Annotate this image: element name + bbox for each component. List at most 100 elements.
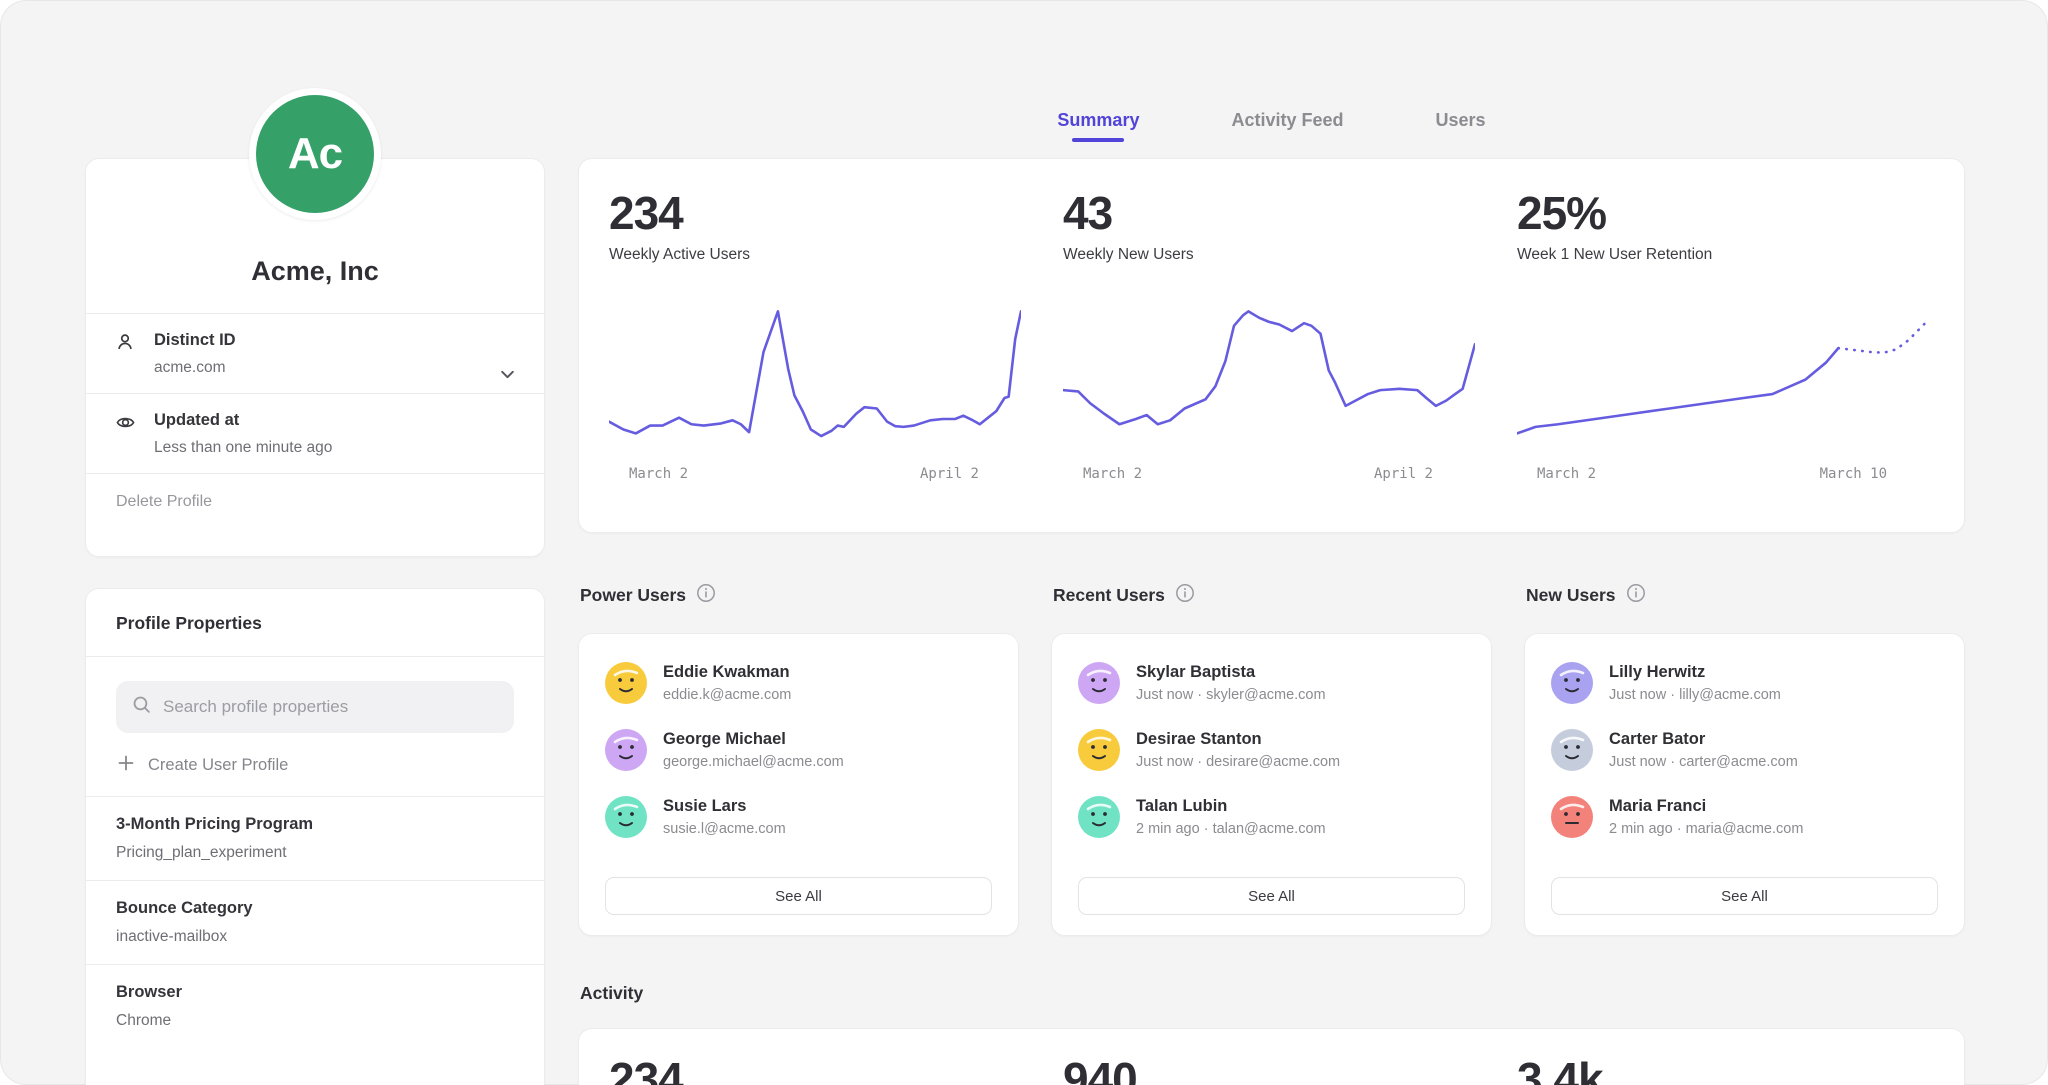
user-row[interactable]: Talan Lubin 2 min ago · talan@acme.com <box>1078 796 1465 838</box>
tick-right: April 2 <box>1374 466 1433 482</box>
property-value: inactive-mailbox <box>116 928 514 946</box>
property-name: Browser <box>116 983 514 1002</box>
see-all-button[interactable]: See All <box>605 877 992 915</box>
power-users-section: Power Users Eddie Kwakman eddie.k@acme.c… <box>578 583 1019 936</box>
user-avatar <box>1551 796 1593 838</box>
stat-weekly-active-users: 234 Weekly Active Users March 2 April 2 <box>609 189 1021 532</box>
x-axis-ticks: March 2 April 2 <box>1063 452 1475 482</box>
user-row[interactable]: Maria Franci 2 min ago · maria@acme.com <box>1551 796 1938 838</box>
see-all-button[interactable]: See All <box>1551 877 1938 915</box>
property-name: Bounce Category <box>116 899 514 918</box>
user-avatar <box>1078 729 1120 771</box>
summary-stats-card: 234 Weekly Active Users March 2 April 2 … <box>578 158 1965 533</box>
user-detail: 2 min ago · maria@acme.com <box>1609 821 1803 837</box>
user-detail: george.michael@acme.com <box>663 754 844 770</box>
info-icon[interactable] <box>1626 583 1646 608</box>
activity-stat-value: 940 <box>1063 1055 1475 1085</box>
user-avatar <box>1551 729 1593 771</box>
user-detail: Just now · carter@acme.com <box>1609 754 1798 770</box>
stat-label: Weekly Active Users <box>609 246 1021 264</box>
see-all-button[interactable]: See All <box>1078 877 1465 915</box>
user-name: Desirae Stanton <box>1136 730 1340 750</box>
tab-summary[interactable]: Summary <box>1057 110 1139 142</box>
property-value: Pricing_plan_experiment <box>116 844 514 862</box>
user-avatar <box>1551 662 1593 704</box>
tab-bar: Summary Activity Feed Users <box>578 110 1965 142</box>
property-row: Browser Chrome <box>86 964 544 1048</box>
stat-retention: 25% Week 1 New User Retention March 2 Ma… <box>1517 189 1929 532</box>
create-user-profile-button[interactable]: Create User Profile <box>118 755 514 776</box>
app-frame: Ac Acme, Inc Distinct ID acme.com <box>0 0 2048 1085</box>
user-avatar <box>605 729 647 771</box>
create-user-profile-label: Create User Profile <box>148 756 288 775</box>
stat-value: 234 <box>609 189 1021 237</box>
stat-label: Weekly New Users <box>1063 246 1475 264</box>
user-detail: eddie.k@acme.com <box>663 687 791 703</box>
search-input[interactable] <box>161 696 498 718</box>
activity-title: Activity <box>580 983 643 1004</box>
user-row[interactable]: Skylar Baptista Just now · skyler@acme.c… <box>1078 662 1465 704</box>
delete-profile-button[interactable]: Delete Profile <box>86 473 544 530</box>
activity-stat-value: 234 <box>609 1055 1021 1085</box>
person-icon <box>116 331 154 377</box>
property-row: 3-Month Pricing Program Pricing_plan_exp… <box>86 796 544 880</box>
distinct-id-row: Distinct ID acme.com <box>86 313 544 393</box>
activity-stat-value: 3.4k <box>1517 1055 1929 1085</box>
section-title: New Users <box>1526 585 1616 606</box>
tick-left: March 2 <box>1083 466 1142 482</box>
property-value: Chrome <box>116 1012 514 1030</box>
eye-icon <box>116 411 154 457</box>
user-name: Carter Bator <box>1609 730 1798 750</box>
stat-label: Week 1 New User Retention <box>1517 246 1929 264</box>
user-avatar <box>1078 662 1120 704</box>
power-users-card: Eddie Kwakman eddie.k@acme.com George Mi… <box>578 633 1019 936</box>
x-axis-ticks: March 2 March 10 <box>1517 452 1929 482</box>
distinct-id-value: acme.com <box>154 359 236 377</box>
user-row[interactable]: Eddie Kwakman eddie.k@acme.com <box>605 662 992 704</box>
company-avatar: Ac <box>249 88 381 220</box>
user-detail: susie.l@acme.com <box>663 821 786 837</box>
user-detail: 2 min ago · talan@acme.com <box>1136 821 1326 837</box>
tick-left: March 2 <box>629 466 688 482</box>
section-title: Power Users <box>580 585 686 606</box>
user-name: George Michael <box>663 730 844 750</box>
info-icon[interactable] <box>696 583 716 608</box>
info-icon[interactable] <box>1175 583 1195 608</box>
chevron-down-icon[interactable] <box>499 366 516 388</box>
user-avatar <box>1078 796 1120 838</box>
user-name: Lilly Herwitz <box>1609 663 1781 683</box>
user-avatar <box>605 662 647 704</box>
tab-users[interactable]: Users <box>1436 110 1486 142</box>
tab-activity-feed[interactable]: Activity Feed <box>1231 110 1343 142</box>
user-detail: Just now · skyler@acme.com <box>1136 687 1326 703</box>
profile-properties-search[interactable] <box>116 681 514 733</box>
user-row[interactable]: Susie Lars susie.l@acme.com <box>605 796 992 838</box>
search-icon <box>132 695 151 719</box>
distinct-id-label: Distinct ID <box>154 331 236 350</box>
stat-weekly-new-users: 43 Weekly New Users March 2 April 2 <box>1063 189 1475 532</box>
user-row[interactable]: George Michael george.michael@acme.com <box>605 729 992 771</box>
new-users-card: Lilly Herwitz Just now · lilly@acme.com … <box>1524 633 1965 936</box>
user-detail: Just now · desirare@acme.com <box>1136 754 1340 770</box>
user-row[interactable]: Lilly Herwitz Just now · lilly@acme.com <box>1551 662 1938 704</box>
stat-value: 43 <box>1063 189 1475 237</box>
user-name: Susie Lars <box>663 797 786 817</box>
user-row[interactable]: Desirae Stanton Just now · desirare@acme… <box>1078 729 1465 771</box>
updated-at-value: Less than one minute ago <box>154 439 332 457</box>
new-users-section: New Users Lilly Herwitz Just now · lilly… <box>1524 583 1965 936</box>
stat-value: 25% <box>1517 189 1929 237</box>
activity-card: 234 940 3.4k <box>578 1028 1965 1085</box>
user-sections: Power Users Eddie Kwakman eddie.k@acme.c… <box>578 583 1965 936</box>
weekly-active-users-chart <box>609 302 1021 452</box>
user-row[interactable]: Carter Bator Just now · carter@acme.com <box>1551 729 1938 771</box>
user-name: Skylar Baptista <box>1136 663 1326 683</box>
user-name: Eddie Kwakman <box>663 663 791 683</box>
retention-chart <box>1517 302 1929 452</box>
weekly-new-users-chart <box>1063 302 1475 452</box>
property-name: 3-Month Pricing Program <box>116 815 514 834</box>
user-avatar <box>605 796 647 838</box>
plus-icon <box>118 755 134 776</box>
user-name: Maria Franci <box>1609 797 1803 817</box>
user-detail: Just now · lilly@acme.com <box>1609 687 1781 703</box>
tick-left: March 2 <box>1537 466 1596 482</box>
